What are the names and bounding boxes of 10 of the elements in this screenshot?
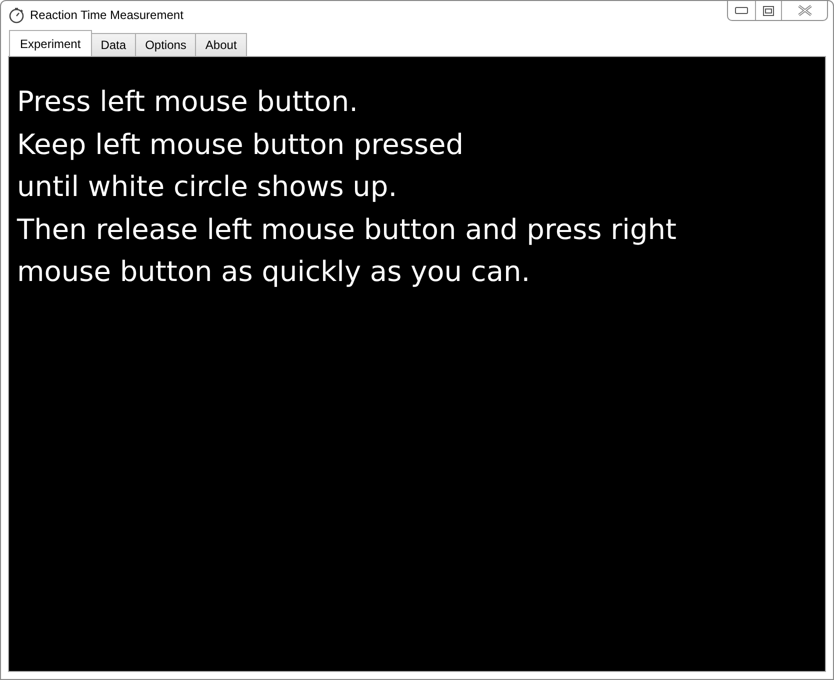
stopwatch-icon — [8, 6, 25, 24]
window-title: Reaction Time Measurement — [30, 8, 184, 22]
minimize-icon — [735, 7, 748, 14]
tab[interactable]: Options — [135, 33, 196, 56]
close-icon — [798, 5, 812, 16]
tab[interactable]: Data — [90, 33, 136, 56]
instructions-text: Press left mouse button. Keep left mouse button pressed until white circle shows up. Then release left mouse button and press right mouse button as quickly as you can. — [17, 84, 676, 290]
tab[interactable]: About — [195, 33, 247, 56]
maximize-icon — [763, 6, 774, 16]
tab[interactable]: Experiment — [9, 30, 92, 56]
